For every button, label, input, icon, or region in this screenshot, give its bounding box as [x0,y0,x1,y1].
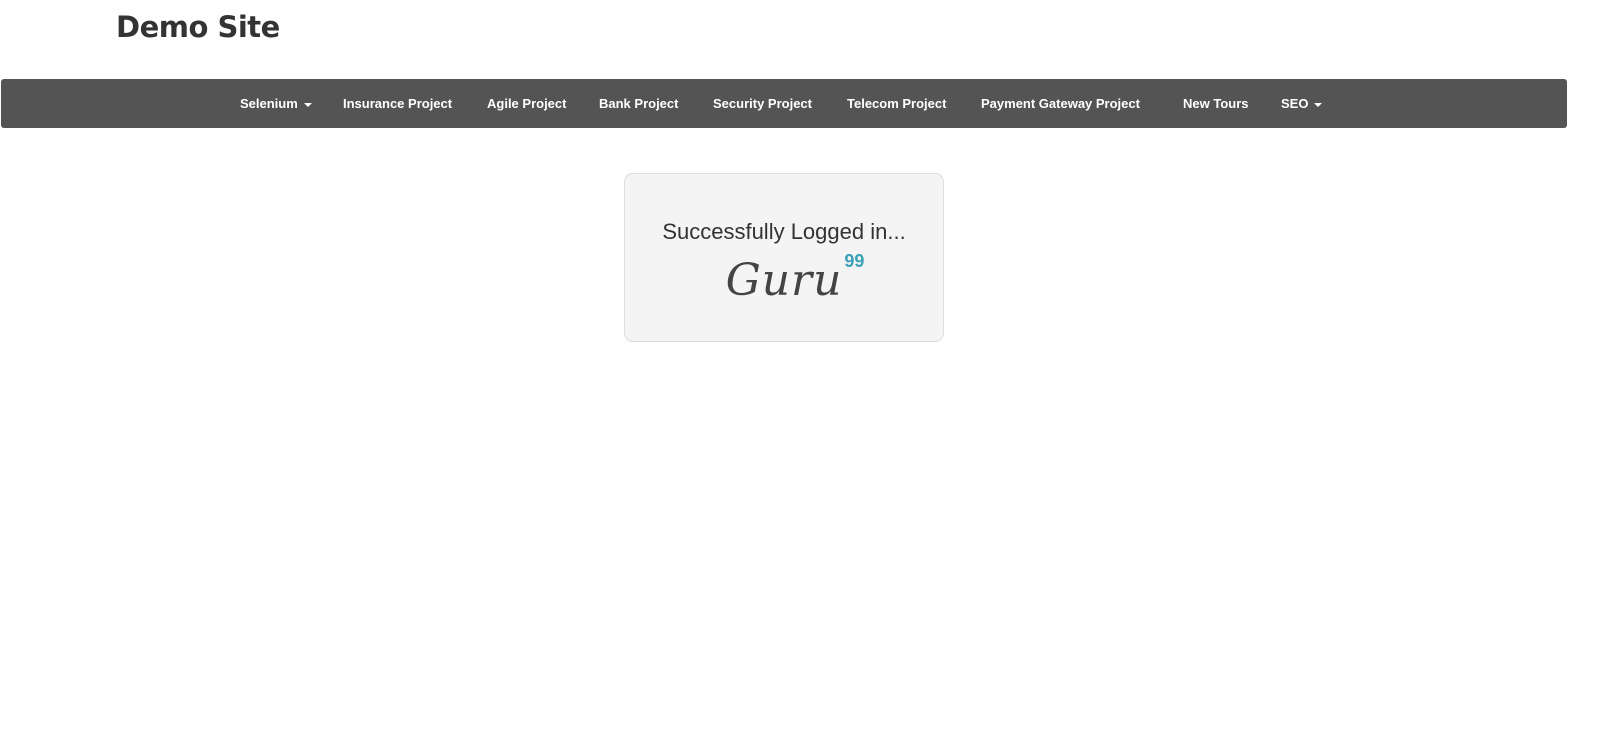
nav-security-project[interactable]: Security Project [713,79,812,128]
nav-agile-project[interactable]: Agile Project [487,79,566,128]
success-message: Successfully Logged in... [662,219,906,244]
nav-insurance-project[interactable]: Insurance Project [343,79,452,128]
nav-selenium[interactable]: Selenium [240,79,312,128]
guru99-logo: Guru 99 [725,251,865,306]
site-title[interactable]: Demo Site [116,10,280,44]
nav-bank-project[interactable]: Bank Project [599,79,678,128]
nav-label: Selenium [240,96,298,111]
navbar: Selenium Insurance Project Agile Project… [1,79,1567,128]
login-success-card: Successfully Logged in... Guru 99 [624,173,944,342]
nav-seo[interactable]: SEO [1281,79,1323,128]
logo-text: Guru [725,255,843,306]
nav-label: SEO [1281,96,1309,111]
logo-superscript: 99 [844,251,865,271]
nav-telecom-project[interactable]: Telecom Project [847,79,946,128]
caret-down-icon [1314,102,1323,107]
nav-new-tours[interactable]: New Tours [1183,79,1249,128]
nav-payment-gateway-project[interactable]: Payment Gateway Project [981,79,1140,128]
caret-down-icon [303,102,312,107]
